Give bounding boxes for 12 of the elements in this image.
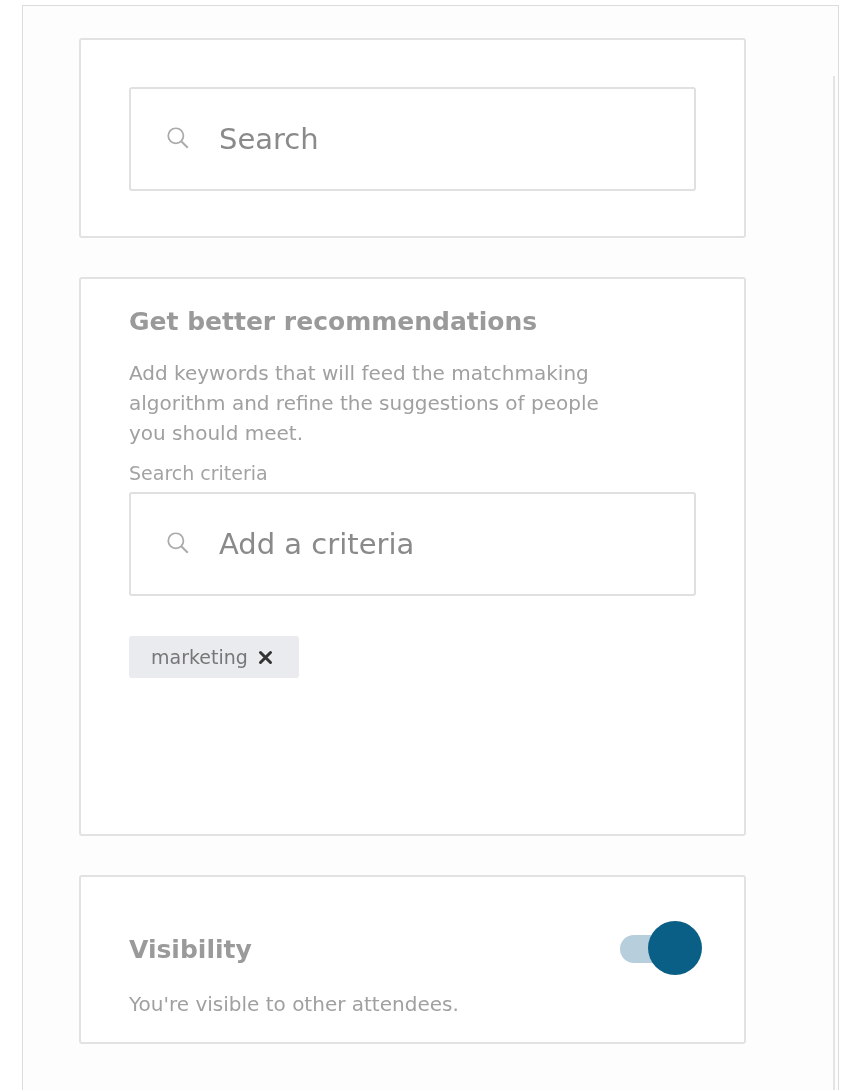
description-text: You're visible to other attendees. [129, 991, 460, 1018]
description-text: Add keywords that will feed the matchmaking algorithm and refine the suggestions of people you should meet. [129, 360, 600, 447]
criteria-field[interactable]: Add a criteria [129, 492, 697, 596]
tag-label: marketing [151, 646, 248, 668]
card-title: Visibility [129, 934, 252, 964]
card-title: Get better recommendations [129, 307, 539, 336]
search-icon [165, 125, 191, 151]
search-icon [165, 530, 191, 556]
search-field[interactable]: Search [129, 87, 697, 191]
field-label: Search criteria [129, 462, 269, 484]
visibility-toggle[interactable] [620, 921, 703, 977]
remove-icon[interactable] [257, 649, 273, 665]
